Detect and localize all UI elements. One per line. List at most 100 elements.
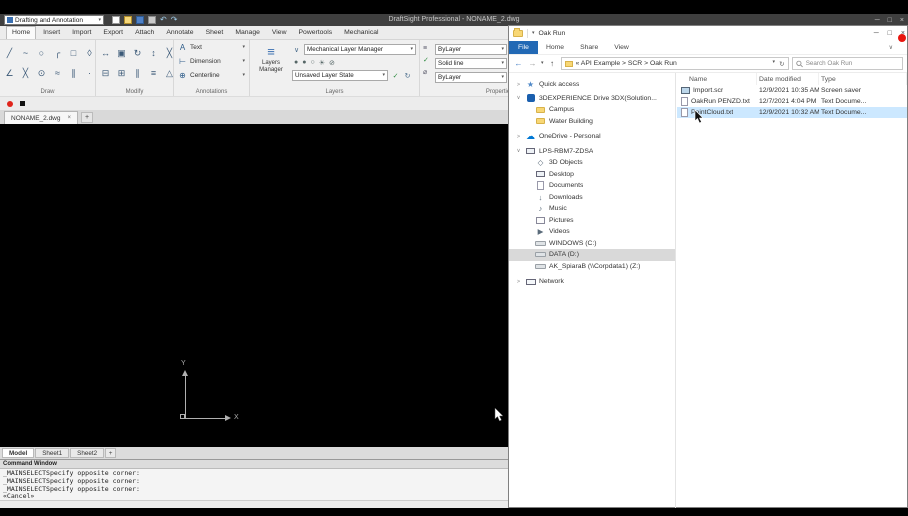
angle-tool-icon[interactable]: ∠: [2, 63, 17, 83]
sheet-tab-model[interactable]: Model: [2, 448, 35, 458]
tab-powertools[interactable]: Powertools: [294, 27, 338, 39]
check-icon[interactable]: ✓: [423, 56, 429, 64]
sidebar-item-quick-access[interactable]: > ★ Quick access: [509, 79, 675, 91]
chevron-right-icon[interactable]: >: [515, 134, 522, 140]
new-document-button[interactable]: +: [81, 112, 94, 123]
search-box[interactable]: [791, 57, 903, 70]
chevron-down-icon[interactable]: ∨: [515, 95, 522, 101]
sidebar-item-data-d[interactable]: DATA (D:): [509, 249, 675, 261]
line-color-dropdown[interactable]: ByLayer ▾: [435, 44, 507, 55]
close-icon[interactable]: ×: [68, 115, 72, 121]
expand-ribbon-icon[interactable]: ∨: [889, 41, 893, 54]
line-tool-icon[interactable]: ╱: [2, 43, 17, 63]
document-tab[interactable]: NONAME_2.dwg ×: [4, 111, 79, 124]
refresh-icon[interactable]: ↻: [779, 60, 784, 68]
dimension-tool[interactable]: ⊢ Dimension ▾: [174, 54, 249, 68]
layer-on-icon[interactable]: ●: [294, 59, 298, 66]
quick-access-toolbar-chevron-icon[interactable]: ▾: [532, 31, 535, 36]
file-row[interactable]: Import.scr 12/9/2021 10:35 AM Screen sav…: [677, 85, 907, 96]
sidebar-item-3d-objects[interactable]: ◇ 3D Objects: [509, 157, 675, 169]
search-input[interactable]: [805, 60, 899, 67]
add-sheet-button[interactable]: +: [105, 448, 117, 458]
close-button[interactable]: ×: [900, 17, 904, 24]
sidebar-item-this-pc[interactable]: ∨ LPS-RBM7-ZDSA: [509, 146, 675, 158]
offset-tool-icon[interactable]: ∥: [130, 63, 145, 83]
address-input[interactable]: « API Example > SCR > Oak Run ▾ ↻: [560, 57, 789, 70]
maximize-button[interactable]: □: [888, 30, 892, 37]
circle-tool-icon[interactable]: ○: [34, 43, 49, 63]
back-button[interactable]: ←: [513, 59, 524, 68]
chevron-right-icon[interactable]: >: [515, 82, 522, 88]
sidebar-item-downloads[interactable]: ↓ Downloads: [509, 192, 675, 204]
tab-annotate[interactable]: Annotate: [161, 27, 198, 39]
check-icon[interactable]: ✓: [391, 72, 400, 80]
tab-home[interactable]: Home: [538, 41, 572, 54]
sheet-tab-sheet2[interactable]: Sheet2: [70, 448, 105, 458]
layer-lock-icon[interactable]: ⊘: [329, 59, 335, 67]
line-weight-dropdown[interactable]: ByLayer ▾: [435, 72, 507, 83]
minimize-button[interactable]: ─: [875, 17, 880, 24]
file-row-selected[interactable]: PointCloud.txt 12/9/2021 10:32 AM Text D…: [677, 107, 907, 118]
more-draw-tools-icon[interactable]: ·: [82, 63, 97, 83]
layers-manager-button[interactable]: ≡ Layers Manager: [253, 44, 289, 86]
sidebar-item-campus[interactable]: Campus: [509, 104, 675, 116]
arc-tool-icon[interactable]: ╭: [50, 43, 65, 63]
new-file-icon[interactable]: [112, 16, 120, 24]
copy-tool-icon[interactable]: ▣: [114, 43, 129, 63]
sidebar-item-desktop[interactable]: Desktop: [509, 169, 675, 181]
tab-import[interactable]: Import: [67, 27, 96, 39]
tab-sheet[interactable]: Sheet: [201, 27, 229, 39]
donut-tool-icon[interactable]: ⊙: [34, 63, 49, 83]
recent-locations-chevron-icon[interactable]: ▾: [541, 61, 544, 66]
erase-tool-icon[interactable]: ⊟: [98, 63, 113, 83]
file-row[interactable]: OakRun PENZD.txt 12/7/2021 4:04 PM Text …: [677, 96, 907, 107]
active-layer-dropdown[interactable]: Mechanical Layer Manager ▾: [304, 44, 416, 55]
save-icon[interactable]: [136, 16, 144, 24]
sheet-tab-sheet1[interactable]: Sheet1: [35, 448, 70, 458]
rectangle-tool-icon[interactable]: □: [66, 43, 81, 63]
redo-icon[interactable]: ↷: [171, 16, 178, 24]
layer-freeze-icon[interactable]: ●: [302, 59, 306, 66]
layer-off-icon[interactable]: ○: [310, 59, 314, 66]
maximize-button[interactable]: □: [888, 17, 892, 24]
array-tool-icon[interactable]: ⊞: [114, 63, 129, 83]
tab-view[interactable]: View: [267, 27, 292, 39]
tab-mechanical[interactable]: Mechanical: [339, 27, 383, 39]
tab-file[interactable]: File: [509, 41, 538, 54]
tab-export[interactable]: Export: [98, 27, 128, 39]
column-header-name[interactable]: Name: [677, 73, 757, 85]
match-properties-icon[interactable]: ≡: [423, 45, 429, 52]
rotate-tool-icon[interactable]: ↻: [130, 43, 145, 63]
sidebar-item-3dexperience-drive[interactable]: ∨ 3DEXPERIENCE Drive 3DX(Solution...: [509, 93, 675, 105]
sidebar-item-water-building[interactable]: Water Building: [509, 116, 675, 128]
tab-attach[interactable]: Attach: [130, 27, 159, 39]
forward-button[interactable]: →: [527, 59, 538, 68]
open-file-icon[interactable]: [124, 16, 132, 24]
undo-icon[interactable]: ↶: [160, 16, 167, 24]
hatch-tool-icon[interactable]: ≈: [50, 63, 65, 83]
sidebar-item-windows-c[interactable]: WINDOWS (C:): [509, 238, 675, 250]
move-tool-icon[interactable]: ↔: [98, 43, 113, 63]
spline-tool-icon[interactable]: ~: [18, 43, 33, 63]
minimize-button[interactable]: ─: [874, 30, 879, 37]
address-dropdown-chevron-icon[interactable]: ▾: [773, 59, 776, 68]
sidebar-item-network-drive-z[interactable]: AK_SpiaraB (\\Corpdata1) (Z:): [509, 261, 675, 273]
layer-thaw-icon[interactable]: ☀: [319, 59, 325, 67]
sidebar-item-videos[interactable]: ▶ Videos: [509, 226, 675, 238]
diameter-icon[interactable]: ⌀: [423, 68, 429, 76]
line-style-dropdown[interactable]: Solid line ▾: [435, 58, 507, 69]
tab-view[interactable]: View: [606, 41, 637, 54]
polygon-tool-icon[interactable]: ◊: [82, 43, 97, 63]
sidebar-item-documents[interactable]: Documents: [509, 180, 675, 192]
point-tool-icon[interactable]: ╳: [18, 63, 33, 83]
sidebar-item-music[interactable]: ♪ Music: [509, 203, 675, 215]
sidebar-item-network[interactable]: > Network: [509, 276, 675, 288]
stretch-tool-icon[interactable]: ↕: [146, 43, 161, 63]
tab-insert[interactable]: Insert: [38, 27, 65, 39]
breadcrumb[interactable]: « API Example > SCR > Oak Run: [576, 60, 677, 67]
sidebar-item-pictures[interactable]: Pictures: [509, 215, 675, 227]
workspace-selector[interactable]: Drafting and Annotation ▾: [4, 15, 104, 25]
chevron-right-icon[interactable]: >: [515, 279, 522, 285]
column-header-type[interactable]: Type: [819, 73, 907, 85]
print-icon[interactable]: [148, 16, 156, 24]
